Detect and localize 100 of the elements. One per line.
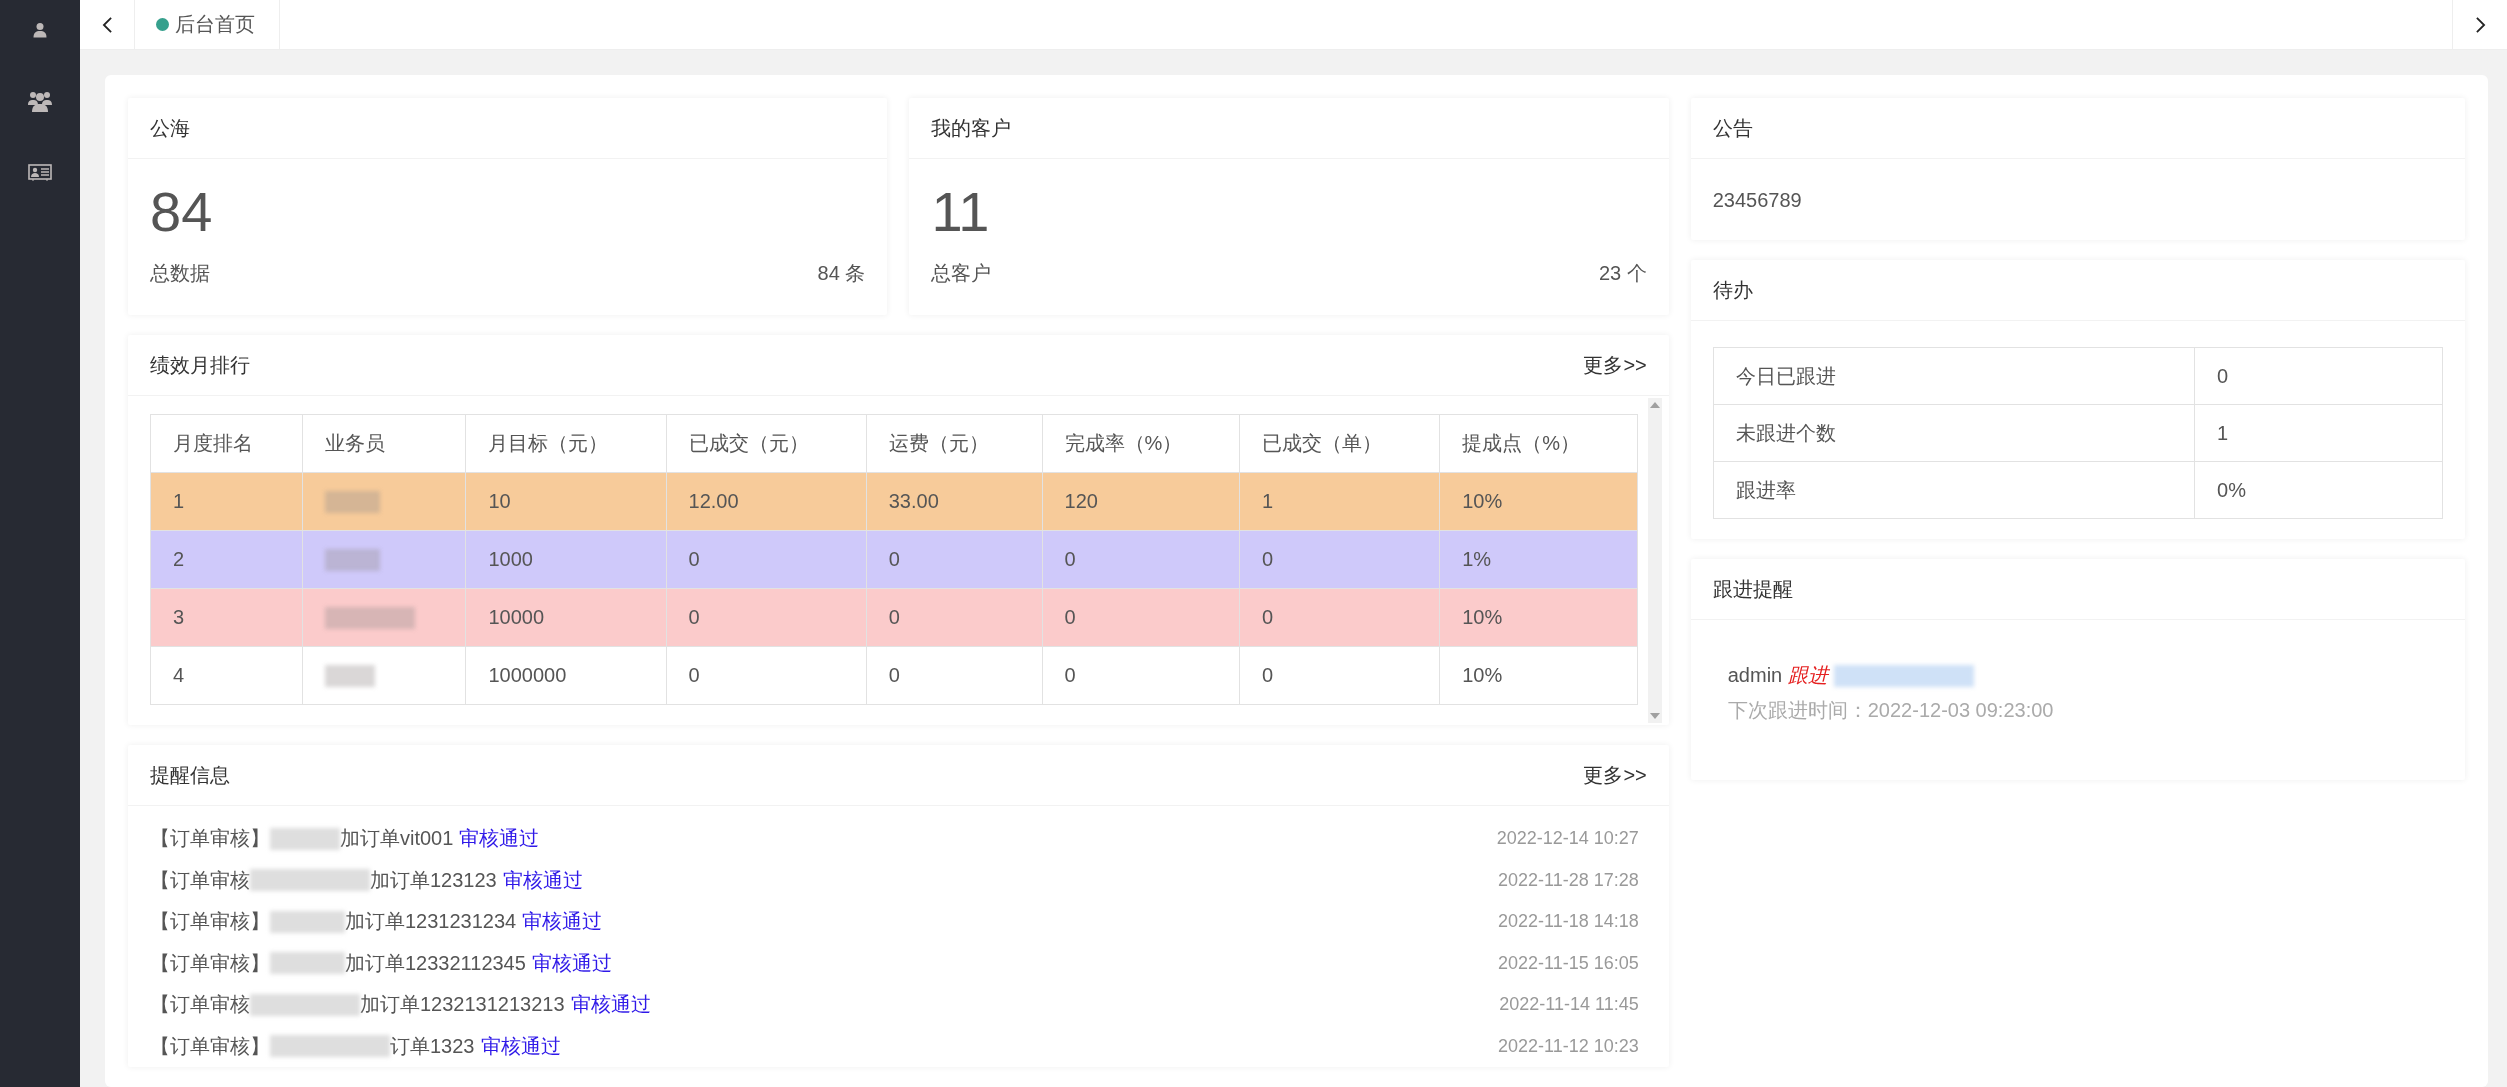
reminder-text: 加订单1232131213213 (360, 992, 565, 1018)
stat-caption: 总数据 (150, 261, 210, 286)
column-header: 完成率（%） (1042, 414, 1240, 473)
people-icon[interactable] (28, 90, 52, 112)
table-cell: 0 (1042, 588, 1240, 647)
table-cell: 0 (866, 646, 1043, 705)
card-title: 公告 (1712, 115, 1753, 141)
reminder-text: 【订单审核 (150, 867, 250, 893)
redacted-block (324, 549, 380, 572)
table-cell: 0% (2194, 461, 2443, 519)
card-title: 提醒信息 (150, 762, 230, 788)
id-card-icon[interactable] (28, 164, 52, 182)
table-cell: 跟进率 (1713, 461, 2195, 519)
table-cell: 1 (2194, 404, 2443, 462)
table-cell: 0 (1239, 646, 1440, 705)
column-header: 已成交（单） (1239, 414, 1440, 473)
more-link[interactable]: 更多>> (1583, 761, 1647, 789)
reminder-time: 2022-11-12 10:23 (1497, 1035, 1639, 1057)
column-header: 业务员 (302, 414, 466, 473)
table-cell: 10% (1439, 472, 1638, 531)
stat-count: 84 条 (817, 261, 866, 286)
column-header: 月度排名 (150, 414, 303, 473)
table-cell: 0 (1239, 588, 1440, 647)
table-cell: 10 (465, 472, 667, 531)
scroll-up-arrow-icon[interactable] (1649, 402, 1660, 408)
reminder-link[interactable]: 审核通过 (502, 866, 583, 894)
reminder-text: 订单1323 (390, 1033, 475, 1059)
card-title: 公海 (150, 115, 190, 141)
reminder-text: 加订单123123 (370, 867, 497, 893)
table-cell: 1000 (465, 530, 667, 589)
table-cell: 1% (1439, 530, 1638, 589)
table-cell: 0 (1239, 530, 1440, 589)
redacted-block (324, 491, 380, 514)
tab-label[interactable]: 后台首页 (175, 11, 255, 38)
reminder-link[interactable]: 审核通过 (522, 908, 603, 936)
card-title: 待办 (1712, 277, 1753, 303)
table-cell: 0 (666, 530, 867, 589)
reminder-text: 【订单审核】 (150, 826, 270, 852)
card-title: 跟进提醒 (1712, 576, 1793, 602)
reminder-link[interactable]: 审核通过 (480, 1032, 561, 1060)
reminder-link[interactable]: 审核通过 (531, 949, 612, 977)
stat-value: 11 (931, 184, 991, 240)
table-cell: 0 (666, 646, 867, 705)
reminder-time: 2022-11-14 11:45 (1499, 994, 1639, 1016)
table-cell: 1 (1239, 472, 1440, 531)
chevron-left-icon (101, 15, 113, 34)
follow-user: admin (1727, 664, 1783, 687)
reminder-link[interactable]: 审核通过 (459, 825, 540, 853)
notice-text: 23456789 (1712, 189, 1803, 212)
reminder-text: 【订单审核】 (150, 909, 270, 935)
table-cell: 33.00 (866, 472, 1043, 531)
follow-next-time: 下次跟进时间：2022-12-03 09:23:00 (1727, 698, 2055, 723)
table-cell: 10000 (465, 588, 667, 647)
reminder-text: 【订单审核】 (150, 950, 270, 976)
table-cell: 0 (866, 588, 1043, 647)
column-header: 提成点（%） (1439, 414, 1638, 473)
card-title: 绩效月排行 (150, 352, 250, 378)
table-cell: 10% (1439, 646, 1638, 705)
stat-caption: 总客户 (931, 261, 992, 286)
table-cell: 10% (1439, 588, 1638, 647)
stat-value: 84 (150, 184, 214, 240)
card-title: 我的客户 (931, 115, 1012, 141)
table-cell: 0 (866, 530, 1043, 589)
follow-action: 跟进 (1788, 663, 1829, 688)
page-tab[interactable]: 后台首页 (135, 0, 280, 49)
stat-count: 23 个 (1598, 261, 1647, 286)
table-cell: 4 (150, 646, 303, 705)
scroll-down-arrow-icon[interactable] (1649, 713, 1660, 719)
reminder-link[interactable]: 审核通过 (570, 991, 651, 1019)
table-cell: 2 (150, 530, 303, 589)
reminder-time: 2022-12-14 10:27 (1496, 828, 1639, 850)
chevron-right-icon (2474, 15, 2486, 34)
table-cell: 1 (150, 472, 303, 531)
table-cell: 0 (1042, 530, 1240, 589)
more-link[interactable]: 更多>> (1583, 351, 1647, 379)
table-cell: 120 (1042, 472, 1240, 531)
table-cell: 0 (666, 588, 867, 647)
reminder-text: 加订单vit001 (340, 826, 454, 852)
table-cell: 0 (2194, 347, 2443, 405)
column-header: 月目标（元） (465, 414, 667, 473)
redacted-block (270, 827, 340, 850)
person-icon[interactable] (32, 22, 48, 38)
table-cell: 12.00 (666, 472, 867, 531)
column-header: 运费（元） (866, 414, 1043, 473)
status-dot-icon (156, 18, 169, 31)
table-cell: 1000000 (465, 646, 667, 705)
reminder-text: 【订单审核 (150, 992, 250, 1018)
reminder-text: 【订单审核】 (150, 1033, 270, 1059)
table-cell: 3 (150, 588, 303, 647)
reminder-text: 加订单12332112345 (345, 950, 526, 976)
reminder-time: 2022-11-15 16:05 (1497, 952, 1639, 974)
reminder-time: 2022-11-28 17:28 (1497, 869, 1639, 891)
table-cell: 今日已跟进 (1713, 347, 2195, 405)
column-header: 已成交（元） (666, 414, 867, 473)
redacted-block (324, 665, 375, 688)
reminder-text: 加订单1231231234 (345, 909, 517, 935)
scrollbar[interactable] (1647, 398, 1662, 723)
table-cell: 未跟进个数 (1713, 404, 2195, 462)
reminder-time: 2022-11-18 14:18 (1497, 911, 1639, 933)
table-cell: 0 (1042, 646, 1240, 705)
